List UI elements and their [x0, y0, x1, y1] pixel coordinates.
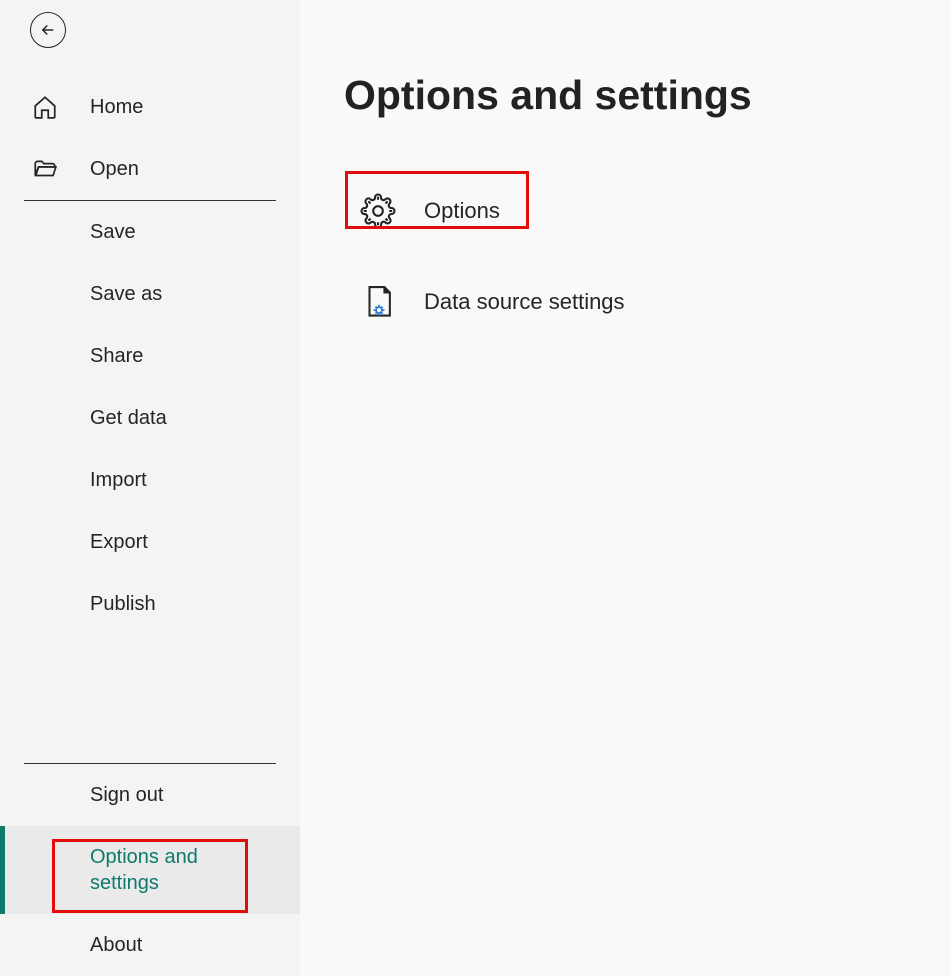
- sidebar-item-label: About: [90, 932, 142, 958]
- sidebar: Home Open Save Save as Share Get data Im…: [0, 0, 300, 976]
- sidebar-item-sign-out[interactable]: Sign out: [0, 764, 300, 826]
- gear-icon: [360, 193, 424, 229]
- sidebar-item-share[interactable]: Share: [0, 325, 300, 387]
- sidebar-item-label: Home: [90, 94, 143, 120]
- sidebar-item-label: Open: [90, 156, 139, 182]
- sidebar-item-save-as[interactable]: Save as: [0, 263, 300, 325]
- sidebar-item-label: Save: [90, 219, 136, 245]
- option-row-data-source-settings[interactable]: Data source settings: [344, 265, 641, 339]
- document-gear-icon: [360, 283, 424, 321]
- sidebar-item-label: Import: [90, 467, 147, 493]
- option-label: Options: [424, 198, 500, 224]
- page-title: Options and settings: [344, 72, 907, 119]
- sidebar-item-label: Share: [90, 343, 143, 369]
- sidebar-item-label: Export: [90, 529, 148, 555]
- option-row-options[interactable]: Options: [344, 175, 516, 247]
- sidebar-item-open[interactable]: Open: [0, 138, 300, 200]
- sidebar-item-save[interactable]: Save: [0, 201, 300, 263]
- arrow-left-icon: [39, 21, 57, 39]
- sidebar-item-label: Get data: [90, 405, 167, 431]
- sidebar-item-label: Save as: [90, 281, 162, 307]
- sidebar-item-options-and-settings[interactable]: Options and settings: [0, 826, 300, 914]
- home-icon: [32, 94, 90, 120]
- sidebar-item-about[interactable]: About: [0, 914, 300, 976]
- sidebar-item-export[interactable]: Export: [0, 511, 300, 573]
- folder-open-icon: [32, 156, 90, 182]
- sidebar-item-publish[interactable]: Publish: [0, 573, 300, 635]
- main-content: Options and settings Options Data sourc: [300, 0, 951, 976]
- sidebar-item-label: Sign out: [90, 782, 163, 808]
- sidebar-item-home[interactable]: Home: [0, 76, 300, 138]
- sidebar-item-get-data[interactable]: Get data: [0, 387, 300, 449]
- sidebar-item-import[interactable]: Import: [0, 449, 300, 511]
- sidebar-item-label: Publish: [90, 591, 156, 617]
- option-label: Data source settings: [424, 289, 625, 315]
- sidebar-item-label: Options and settings: [90, 844, 220, 896]
- back-button[interactable]: [30, 12, 66, 48]
